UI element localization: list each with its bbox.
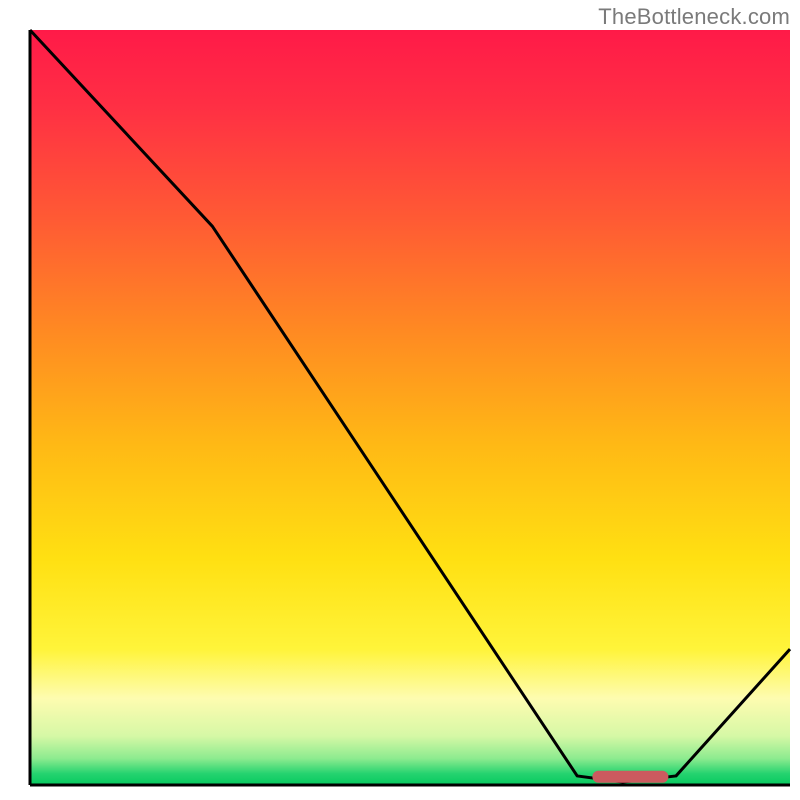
bottleneck-chart: [0, 0, 800, 800]
watermark-label: TheBottleneck.com: [598, 4, 790, 30]
chart-container: TheBottleneck.com: [0, 0, 800, 800]
plot-background: [30, 30, 790, 785]
optimal-range-marker: [592, 771, 668, 783]
